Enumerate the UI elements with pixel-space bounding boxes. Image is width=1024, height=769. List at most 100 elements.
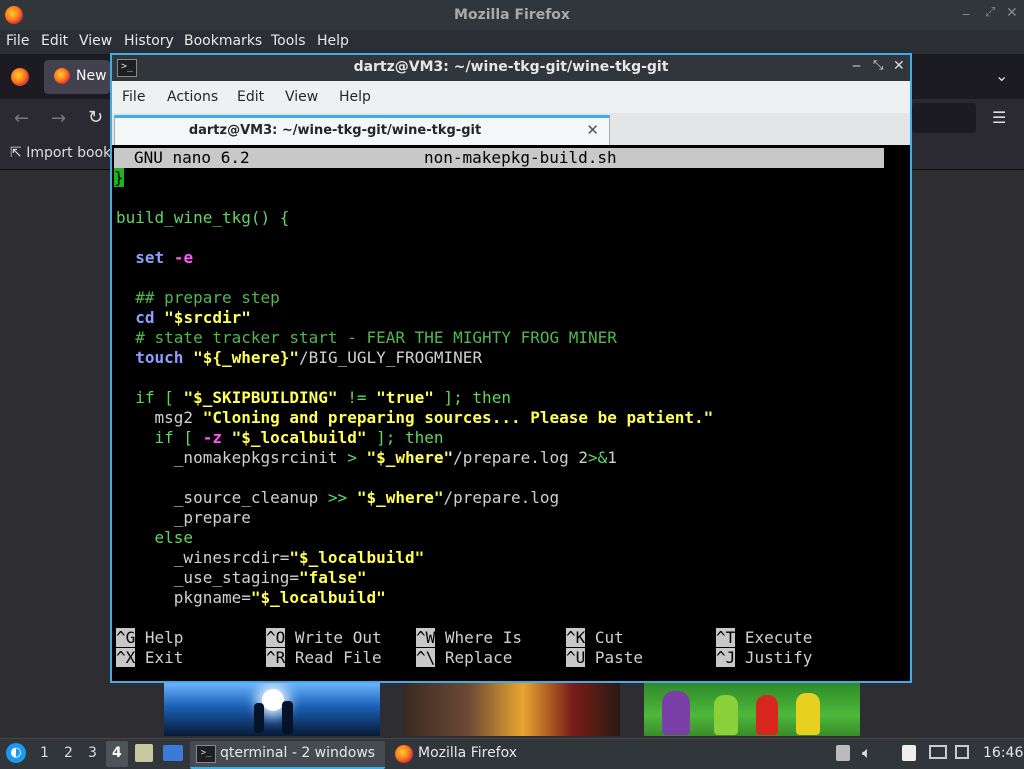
shortcut-label: Cut xyxy=(585,628,624,647)
shortcut-key: ^R xyxy=(266,648,286,667)
terminal-tab-label: dartz@VM3: ~/wine-tkg-git/wine-tkg-git xyxy=(188,123,482,138)
shortcut-read-file[interactable]: ^R Read File xyxy=(266,648,382,668)
shortcut-replace[interactable]: ^\ Replace xyxy=(416,648,512,668)
menu-view[interactable]: View xyxy=(79,33,112,49)
menu-actions[interactable]: Actions xyxy=(167,89,218,105)
code-token: ]; then xyxy=(433,388,511,407)
shortcut-paste[interactable]: ^U Paste xyxy=(566,648,643,668)
shortcut-where-is[interactable]: ^W Where Is xyxy=(416,628,522,648)
firefox-titlebar[interactable]: Mozilla Firefox ‒ ⤢ ✕ xyxy=(0,0,1024,30)
code-token: "$_SKIPBUILDING" xyxy=(183,388,338,407)
volume-icon[interactable]: 🔈︎ xyxy=(862,743,872,763)
code-token: pkgname= xyxy=(116,588,251,607)
workspace-1[interactable]: 1 xyxy=(40,745,49,761)
terminal-window-title: dartz@VM3: ~/wine-tkg-git/wine-tkg-git xyxy=(353,59,669,75)
code-token: _prepare xyxy=(116,508,251,527)
code-line: _nomakepkgsrcinit > "$_where"/prepare.lo… xyxy=(116,448,617,468)
code-token: 1 xyxy=(607,448,617,467)
shortcut-label: Execute xyxy=(735,628,813,647)
firefox-tab-icon xyxy=(54,68,70,84)
code-line: set -e xyxy=(116,248,193,268)
menu-bookmarks[interactable]: Bookmarks xyxy=(184,33,262,49)
menu-help[interactable]: Help xyxy=(339,89,371,105)
reload-icon[interactable]: ↻ xyxy=(88,107,103,128)
terminal-tabbar: dartz@VM3: ~/wine-tkg-git/wine-tkg-git ✕ xyxy=(112,113,910,146)
list-all-tabs-icon[interactable]: ⌄ xyxy=(995,66,1008,85)
shortcut-label: Where Is xyxy=(435,628,522,647)
shortcut-help[interactable]: ^G Help xyxy=(116,628,183,648)
task-qterminal-label: qterminal - 2 windows xyxy=(220,745,376,761)
restore-icon[interactable]: ⤡ xyxy=(873,58,883,73)
shortcut-key: ^X xyxy=(116,648,136,667)
shortcut-execute[interactable]: ^T Execute xyxy=(716,628,812,648)
start-menu-icon[interactable]: ◐ xyxy=(6,743,26,763)
maximize-icon[interactable]: ⤢ xyxy=(985,5,995,20)
task-firefox[interactable]: Mozilla Firefox xyxy=(390,741,590,767)
terminal-window[interactable]: >_ dartz@VM3: ~/wine-tkg-git/wine-tkg-gi… xyxy=(110,53,912,683)
tab-new[interactable]: New xyxy=(44,60,110,94)
import-bookmarks-button[interactable]: ⇱ Import book xyxy=(10,145,111,161)
close-icon[interactable]: ✕ xyxy=(893,58,905,74)
nano-filename: non-makepkg-build.sh xyxy=(424,148,617,167)
menu-file[interactable]: File xyxy=(6,33,29,49)
firefox-view-icon[interactable] xyxy=(11,68,29,86)
task-qterminal[interactable]: >_ qterminal - 2 windows xyxy=(190,741,385,769)
back-icon[interactable]: ← xyxy=(14,108,29,129)
terminal-titlebar[interactable]: >_ dartz@VM3: ~/wine-tkg-git/wine-tkg-gi… xyxy=(112,55,910,81)
code-line: _use_staging="false" xyxy=(116,568,367,588)
clipboard-icon[interactable] xyxy=(836,745,850,761)
code-token: _use_staging= xyxy=(116,568,300,587)
minimize-icon[interactable]: ‒ xyxy=(852,58,861,74)
show-desktop-icon[interactable] xyxy=(163,745,183,761)
code-token: cd xyxy=(135,308,155,327)
tab-label: New xyxy=(76,68,107,84)
menu-file[interactable]: File xyxy=(122,89,145,105)
close-tab-icon[interactable]: ✕ xyxy=(586,121,599,139)
nano-editor[interactable]: GNU nano 6.2 non-makepkg-build.sh } build… xyxy=(112,145,910,681)
workspace-2[interactable]: 2 xyxy=(64,745,73,761)
menu-edit[interactable]: Edit xyxy=(41,33,68,49)
menu-history[interactable]: History xyxy=(124,33,174,49)
code-token: "$_where" xyxy=(356,488,444,507)
shortcut-key: ^U xyxy=(566,648,586,667)
workspace-4[interactable]: 4 xyxy=(112,745,122,761)
close-icon[interactable]: ✕ xyxy=(1006,5,1018,21)
shortcut-justify[interactable]: ^J Justify xyxy=(716,648,812,668)
menu-help[interactable]: Help xyxy=(317,33,349,49)
code-token: touch xyxy=(135,348,184,367)
code-line: if [ "$_SKIPBUILDING" != "true" ]; then xyxy=(116,388,511,408)
workspace-3[interactable]: 3 xyxy=(88,745,97,761)
firefox-window-title: Mozilla Firefox xyxy=(454,7,570,23)
file-manager-icon[interactable] xyxy=(135,744,153,762)
code-token: () { xyxy=(250,208,290,227)
menu-tools[interactable]: Tools xyxy=(271,33,306,49)
code-token: /BIG_UGLY_FROGMINER xyxy=(299,348,483,367)
code-token: != xyxy=(337,388,377,407)
menu-edit[interactable]: Edit xyxy=(237,89,264,105)
notification-icon[interactable] xyxy=(955,745,969,759)
app-menu-icon[interactable]: ☰ xyxy=(992,108,1006,127)
terminal-tab[interactable]: dartz@VM3: ~/wine-tkg-git/wine-tkg-git ✕ xyxy=(114,115,610,145)
code-line: ## prepare step xyxy=(116,288,280,308)
network-icon[interactable] xyxy=(929,745,947,759)
code-token: ## prepare step xyxy=(116,288,280,307)
terminal-menubar: File Actions Edit View Help xyxy=(112,81,910,113)
firefox-menubar: File Edit View History Bookmarks Tools H… xyxy=(0,30,1024,54)
shortcut-exit[interactable]: ^X Exit xyxy=(116,648,183,668)
notes-icon[interactable] xyxy=(902,745,916,761)
url-bar[interactable] xyxy=(912,103,976,133)
shortcut-cut[interactable]: ^K Cut xyxy=(566,628,624,648)
menu-view[interactable]: View xyxy=(285,89,318,105)
code-token: if xyxy=(135,388,155,407)
shortcut-write-out[interactable]: ^O Write Out xyxy=(266,628,382,648)
forward-icon[interactable]: → xyxy=(51,108,66,129)
code-token: >& xyxy=(588,448,608,467)
minimize-icon[interactable]: ‒ xyxy=(962,7,970,22)
shortcut-key: ^J xyxy=(716,648,736,667)
code-token: "Cloning and preparing sources... Please… xyxy=(202,408,714,427)
